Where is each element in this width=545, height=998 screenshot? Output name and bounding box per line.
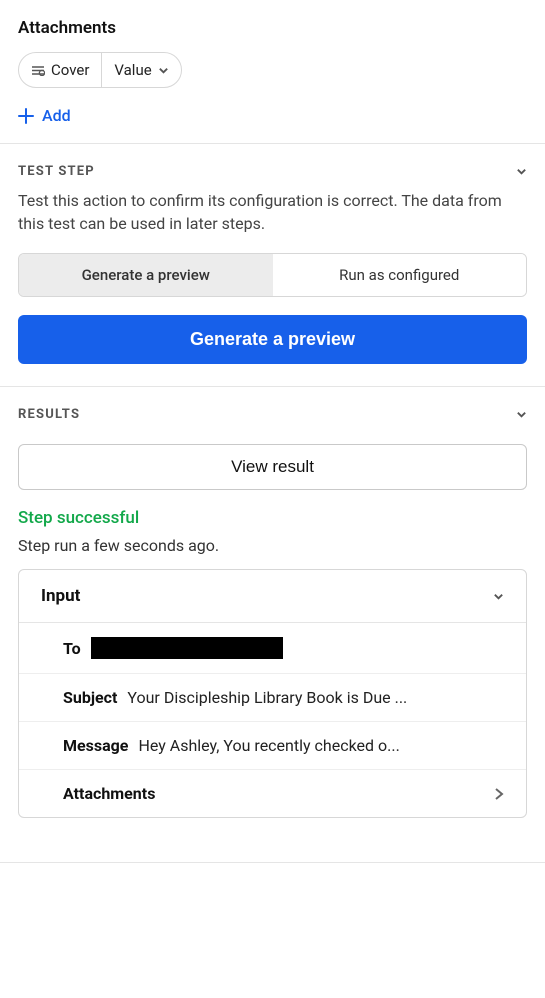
input-card: Input To Subject Your Discipleship Libra…: [18, 569, 527, 818]
grid-lines-icon: [31, 65, 45, 76]
input-row-message: Message Hey Ashley, You recently checked…: [19, 722, 526, 770]
results-header-row[interactable]: RESULTS: [18, 407, 527, 422]
attachments-title: Attachments: [18, 18, 527, 38]
add-button[interactable]: Add: [18, 106, 71, 125]
input-header-label: Input: [41, 586, 80, 606]
cover-value-chip[interactable]: Cover Value: [18, 52, 182, 88]
message-label: Message: [63, 736, 128, 755]
value-label: Value: [114, 61, 151, 79]
test-mode-toggle: Generate a preview Run as configured: [18, 253, 527, 297]
chevron-down-icon: [158, 65, 169, 76]
subject-label: Subject: [63, 688, 117, 707]
input-row-to: To: [19, 623, 526, 674]
chevron-down-icon: [516, 409, 527, 420]
cover-segment[interactable]: Cover: [19, 53, 101, 87]
value-segment[interactable]: Value: [102, 53, 180, 87]
generate-preview-option[interactable]: Generate a preview: [19, 254, 273, 296]
chevron-down-icon: [516, 166, 527, 177]
message-value: Hey Ashley, You recently checked o...: [138, 736, 399, 755]
input-header[interactable]: Input: [19, 570, 526, 623]
status-text: Step successful: [18, 508, 527, 528]
add-label: Add: [42, 106, 71, 125]
test-step-description: Test this action to confirm its configur…: [18, 189, 527, 235]
test-step-header-row[interactable]: TEST STEP: [18, 164, 527, 179]
test-step-header: TEST STEP: [18, 164, 95, 179]
chevron-down-icon: [493, 591, 504, 602]
redacted-email: [91, 637, 283, 659]
input-row-subject: Subject Your Discipleship Library Book i…: [19, 674, 526, 722]
attachments-row-label: Attachments: [63, 784, 155, 803]
timestamp-text: Step run a few seconds ago.: [18, 536, 527, 555]
plus-icon: [18, 108, 34, 124]
to-label: To: [63, 639, 81, 658]
chevron-right-icon: [494, 787, 504, 801]
input-row-attachments[interactable]: Attachments: [19, 770, 526, 817]
subject-value: Your Discipleship Library Book is Due ..…: [127, 688, 407, 707]
results-header: RESULTS: [18, 407, 80, 422]
generate-preview-button[interactable]: Generate a preview: [18, 315, 527, 364]
cover-label: Cover: [51, 61, 89, 79]
view-result-button[interactable]: View result: [18, 444, 527, 490]
run-as-configured-option[interactable]: Run as configured: [273, 254, 527, 296]
